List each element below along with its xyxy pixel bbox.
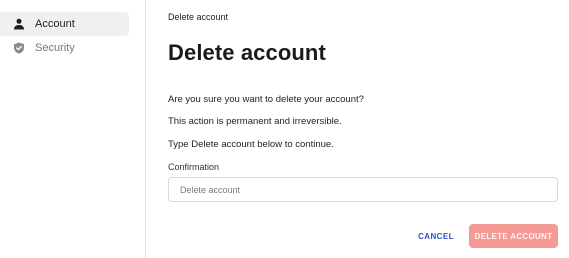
sidebar: Account Security (0, 0, 146, 258)
warning-permanent-text: This action is permanent and irreversibl… (168, 116, 342, 127)
delete-account-button[interactable]: DELETE ACCOUNT (469, 224, 558, 248)
sidebar-item-security[interactable]: Security (0, 36, 129, 60)
sidebar-item-label: Account (35, 18, 75, 30)
page-title: Delete account (168, 40, 326, 65)
main-content: Delete account Delete account Are you su… (147, 0, 569, 258)
person-icon (13, 18, 25, 30)
confirmation-label: Confirmation (168, 162, 220, 172)
shield-icon (13, 42, 25, 54)
sidebar-item-label: Security (35, 42, 75, 54)
warning-question-text: Are you sure you want to delete your acc… (168, 94, 364, 105)
cancel-button[interactable]: CANCEL (412, 225, 460, 247)
instruction-text: Type Delete account below to continue. (168, 139, 334, 150)
breadcrumb: Delete account (168, 12, 229, 22)
confirmation-input[interactable] (168, 177, 558, 202)
settings-app: Account Security Delete account Delete a… (0, 0, 569, 258)
sidebar-item-account[interactable]: Account (0, 12, 129, 36)
